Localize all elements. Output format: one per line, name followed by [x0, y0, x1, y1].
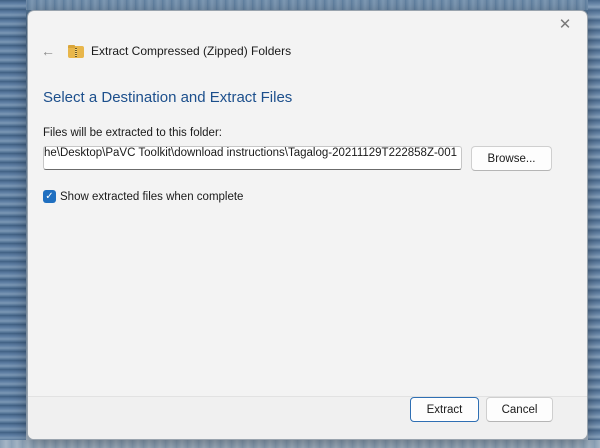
checkmark-icon: ✓ — [45, 190, 54, 202]
page-heading: Select a Destination and Extract Files — [43, 89, 293, 106]
back-arrow-icon: ← — [41, 43, 55, 59]
destination-label: Files will be extracted to this folder: — [43, 127, 222, 139]
extract-button[interactable]: Extract — [410, 397, 479, 422]
show-files-option: ✓ Show extracted files when complete — [43, 190, 243, 203]
desktop-background-right — [588, 0, 600, 448]
zipped-folder-icon — [68, 44, 84, 58]
show-files-label[interactable]: Show extracted files when complete — [60, 191, 243, 203]
desktop-background-top — [0, 0, 600, 10]
dialog-header: ← Extract Compressed (Zipped) Folders — [28, 39, 587, 63]
dialog-title: Extract Compressed (Zipped) Folders — [91, 44, 292, 58]
back-button[interactable]: ← — [38, 41, 58, 61]
show-files-checkbox[interactable]: ✓ — [43, 190, 56, 203]
desktop-background-bottom — [0, 440, 600, 448]
browse-button[interactable]: Browse... — [471, 146, 552, 171]
close-button[interactable]: ✕ — [551, 13, 579, 35]
cancel-button[interactable]: Cancel — [486, 397, 553, 422]
close-icon: ✕ — [558, 16, 572, 33]
destination-path-input[interactable]: C:\Users\he\Desktop\PaVC Toolkit\downloa… — [43, 146, 462, 170]
desktop-background-left — [0, 0, 26, 448]
extract-dialog: ✕ ← Extract Compressed (Zipped) Folders … — [27, 10, 588, 440]
destination-path-value: C:\Users\he\Desktop\PaVC Toolkit\downloa… — [43, 147, 457, 159]
